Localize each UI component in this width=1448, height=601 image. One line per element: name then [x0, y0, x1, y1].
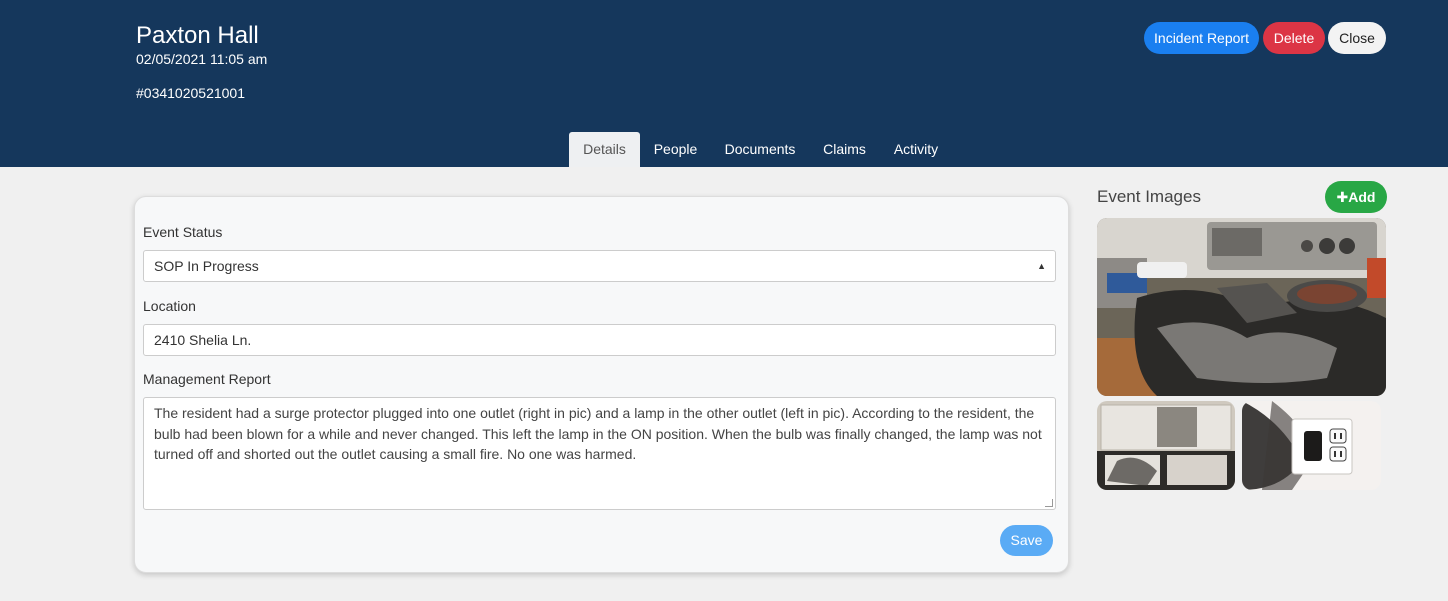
add-image-label: Add: [1348, 189, 1376, 205]
event-image-cabinet[interactable]: [1097, 401, 1235, 490]
tab-details[interactable]: Details: [569, 132, 640, 167]
add-image-button[interactable]: ✚Add: [1325, 181, 1387, 213]
event-status-select[interactable]: SOP In Progress ▲: [143, 250, 1056, 282]
select-arrows-icon: ▲: [1037, 261, 1046, 271]
management-report-textarea[interactable]: The resident had a surge protector plugg…: [143, 397, 1056, 510]
tab-claims[interactable]: Claims: [814, 132, 875, 167]
event-id: #0341020521001: [136, 85, 246, 101]
event-datetime: 02/05/2021 11:05 am: [136, 51, 268, 67]
delete-button[interactable]: Delete: [1263, 22, 1325, 54]
management-report-label: Management Report: [143, 371, 271, 387]
tab-activity[interactable]: Activity: [884, 132, 948, 167]
event-status-value: SOP In Progress: [154, 258, 259, 274]
management-report-value: The resident had a surge protector plugg…: [154, 405, 1042, 462]
close-button[interactable]: Close: [1328, 22, 1386, 54]
location-value: 2410 Shelia Ln.: [154, 332, 252, 348]
incident-report-button[interactable]: Incident Report: [1144, 22, 1259, 54]
event-image-outlet[interactable]: [1242, 401, 1381, 490]
tab-people[interactable]: People: [644, 132, 707, 167]
tab-documents[interactable]: Documents: [716, 132, 804, 167]
location-input[interactable]: 2410 Shelia Ln.: [143, 324, 1056, 356]
page-title: Paxton Hall: [136, 22, 259, 49]
save-button[interactable]: Save: [1000, 525, 1053, 556]
plus-icon: ✚: [1336, 189, 1349, 205]
location-label: Location: [143, 298, 196, 314]
event-image-stove[interactable]: [1097, 218, 1386, 396]
event-images-title: Event Images: [1097, 187, 1201, 206]
event-status-label: Event Status: [143, 224, 223, 240]
resize-handle-icon[interactable]: [1045, 499, 1053, 507]
